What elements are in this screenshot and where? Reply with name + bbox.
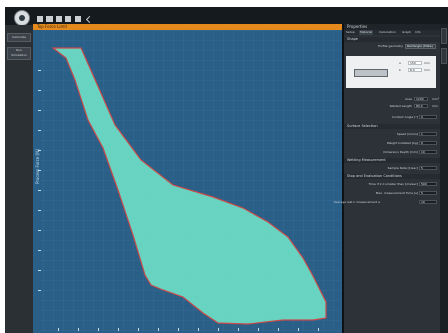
plot-window: Top Force Limit Process Force [N] bbox=[33, 24, 342, 333]
dim-b-field[interactable]: 8.0 bbox=[408, 68, 422, 72]
immersion-depth-row: Immersion Depth [mm] 10 bbox=[344, 149, 440, 155]
dock-tab-properties[interactable] bbox=[441, 28, 447, 44]
sigma-time-label: Time if 2 σ smaller than [ms/sec] bbox=[368, 182, 418, 186]
dim-a-unit: mm bbox=[424, 61, 430, 65]
properties-tabs: Setup Material Calculation Graph Info bbox=[344, 30, 440, 35]
speed-row: Speed [mm/s] 1 bbox=[344, 131, 440, 137]
tab-graph[interactable]: Graph bbox=[401, 30, 412, 35]
area-row: Area 1200 mm² bbox=[344, 96, 440, 102]
tab-setup[interactable]: Setup bbox=[345, 30, 356, 35]
force-limit-plot[interactable] bbox=[33, 30, 342, 333]
tab-info[interactable]: Info bbox=[414, 30, 422, 35]
weight-row: Weight Installed [kg] 0 bbox=[344, 140, 440, 146]
contact-angle-field[interactable]: 0 bbox=[419, 115, 437, 119]
tab-calculation[interactable]: Calculation bbox=[378, 30, 397, 35]
stop-conditions-section-header[interactable]: Stop and Evaluation Conditions bbox=[344, 174, 440, 179]
sample-rate-row: Sample Rate [1/sec] 5 bbox=[344, 165, 440, 171]
properties-panel: Properties Setup Material Calculation Gr… bbox=[334, 24, 440, 333]
welded-length-label: Welded Length bbox=[389, 104, 412, 108]
immersion-depth-label: Immersion Depth [mm] bbox=[382, 150, 418, 154]
surface-section-header[interactable]: Surface Selection bbox=[344, 124, 440, 129]
print-icon[interactable] bbox=[65, 16, 71, 22]
profile-geometry-label: Profile geometry bbox=[378, 44, 403, 48]
calculate-button[interactable]: Calculate bbox=[7, 33, 31, 42]
welded-length-unit: mm bbox=[432, 104, 438, 108]
undo-icon[interactable] bbox=[85, 15, 94, 24]
welded-length-field[interactable]: 80.0 bbox=[414, 104, 428, 108]
speed-field[interactable]: 1 bbox=[419, 132, 437, 136]
immersion-depth-field[interactable]: 10 bbox=[419, 150, 437, 154]
dim-a-label: a bbox=[399, 61, 401, 65]
open-icon[interactable] bbox=[37, 16, 43, 22]
app-logo-icon[interactable] bbox=[14, 10, 30, 26]
wetting-section-title: Wetting Measurement bbox=[347, 158, 386, 162]
dim-b-unit: mm bbox=[424, 68, 430, 72]
stop-conditions-section-title: Stop and Evaluation Conditions bbox=[347, 174, 402, 178]
area-label: Area bbox=[405, 97, 412, 101]
average-last-row: Average last n measurement e 10 bbox=[334, 199, 440, 205]
profile-geometry-select[interactable]: Rectangle (Plate) bbox=[405, 44, 436, 49]
tab-material[interactable]: Material bbox=[359, 30, 374, 35]
shape-section-title: Shape bbox=[347, 37, 358, 41]
sigma-time-field[interactable]: 500 bbox=[419, 182, 437, 186]
left-tool-strip: Calculate Run Simulation bbox=[5, 25, 33, 333]
dock-tab-results[interactable] bbox=[441, 48, 447, 64]
shape-preview: a 150 mm b 8.0 mm bbox=[346, 56, 436, 88]
weight-field[interactable]: 0 bbox=[419, 141, 437, 145]
max-time-row: Max. measurement Time [s] 5 bbox=[344, 190, 440, 196]
y-axis-label: Process Force [N] bbox=[35, 149, 40, 184]
area-unit: mm² bbox=[432, 97, 440, 101]
max-time-field[interactable]: 5 bbox=[419, 191, 437, 195]
application-window: Calculate Run Simulation Top Force Limit bbox=[0, 0, 448, 333]
sample-rate-label: Sample Rate [1/sec] bbox=[387, 166, 418, 170]
speed-label: Speed [mm/s] bbox=[396, 132, 418, 136]
average-last-field[interactable]: 10 bbox=[419, 200, 437, 204]
welded-length-row: Welded Length 80.0 mm bbox=[344, 103, 440, 109]
export-icon[interactable] bbox=[75, 16, 81, 22]
area-value: 1200 bbox=[414, 97, 428, 101]
sample-rate-field[interactable]: 5 bbox=[419, 166, 437, 170]
right-dock-strip bbox=[440, 24, 448, 333]
run-simulation-button[interactable]: Run Simulation bbox=[7, 47, 31, 60]
dim-b-label: b bbox=[399, 68, 401, 72]
surface-section-title: Surface Selection bbox=[347, 124, 378, 128]
contact-angle-label: Contact Angle [°] bbox=[392, 115, 418, 119]
shape-section-header[interactable]: Shape bbox=[344, 37, 440, 42]
sigma-time-row: Time if 2 σ smaller than [ms/sec] 500 bbox=[344, 181, 440, 187]
max-time-label: Max. measurement Time [s] bbox=[375, 191, 418, 195]
wetting-section-header[interactable]: Wetting Measurement bbox=[344, 158, 440, 163]
save-icon[interactable] bbox=[46, 16, 53, 22]
save-as-icon[interactable] bbox=[56, 16, 62, 22]
profile-shape-drawing bbox=[354, 69, 388, 77]
weight-label: Weight Installed [kg] bbox=[386, 141, 418, 145]
contact-angle-row: Contact Angle [°] 0 bbox=[344, 114, 440, 120]
average-last-label: Average last n measurement e bbox=[333, 200, 380, 204]
dim-a-field[interactable]: 150 bbox=[408, 61, 422, 65]
